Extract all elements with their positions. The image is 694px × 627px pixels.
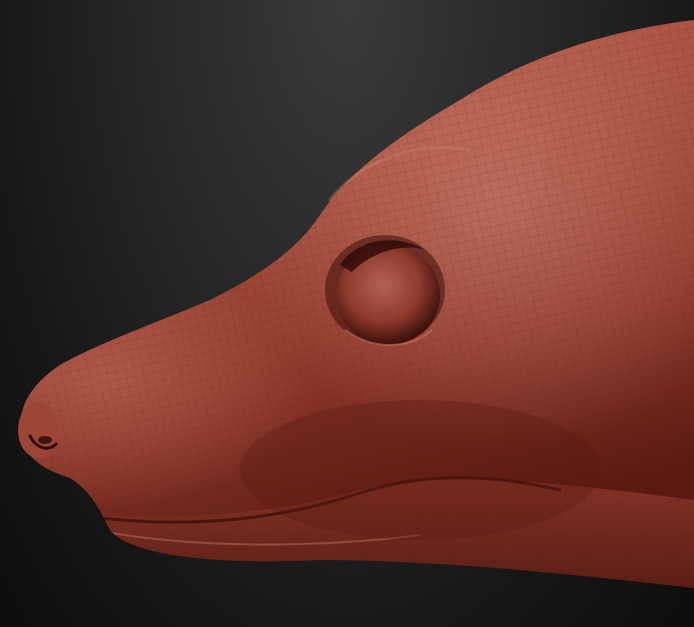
viewport-3d[interactable]: [0, 0, 694, 627]
nose: [18, 402, 58, 458]
eye-socket: [325, 235, 445, 346]
sculpt-render: [18, 20, 694, 588]
